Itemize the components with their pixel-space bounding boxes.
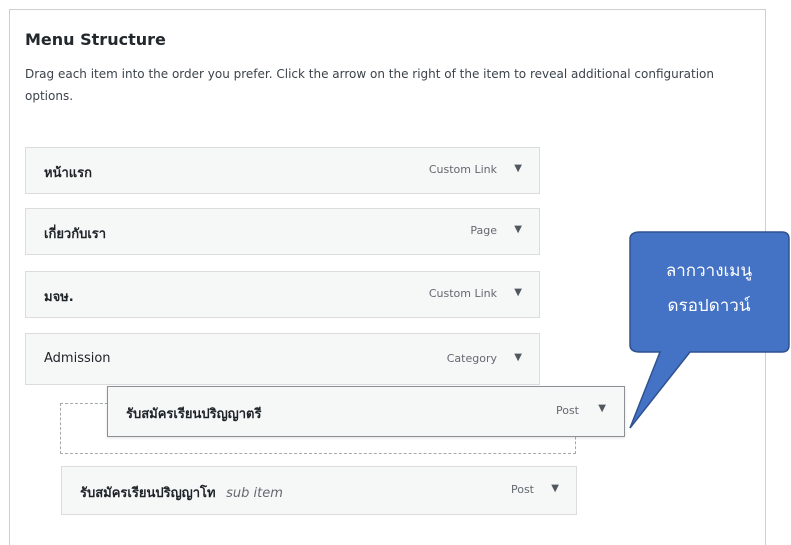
sub-item-title: รับสมัครเรียนปริญญาโท [80,486,216,501]
menu-item-sub[interactable]: รับสมัครเรียนปริญญาโท sub item Post ▼ [61,466,577,515]
menu-editor-page: Menu Structure Drag each item into the o… [0,0,791,545]
menu-item-label: Admission [44,351,111,366]
menu-item-admission[interactable]: Admission Category ▼ [25,333,540,385]
menu-item-type: Category [446,352,497,365]
menu-item-type: Custom Link [428,287,497,300]
sub-item-hint: sub item [226,486,283,501]
expand-arrow-icon[interactable]: ▼ [514,287,522,298]
menu-item-type: Post [510,483,534,496]
menu-item-label: มจษ. [44,290,74,305]
expand-arrow-icon[interactable]: ▼ [514,352,522,363]
menu-item-label: รับสมัครเรียนปริญญาโท sub item [80,482,283,503]
menu-item-type: Custom Link [428,163,497,176]
dragging-menu-item[interactable]: รับสมัครเรียนปริญญาตรี Post ▼ [107,386,625,437]
expand-arrow-icon[interactable]: ▼ [551,483,559,494]
callout-line-1: ลากวางเมนู [665,261,753,281]
menu-item-type: Page [470,224,497,237]
expand-arrow-icon[interactable]: ▼ [514,224,522,235]
panel-title: Menu Structure [25,30,166,49]
panel-description: Drag each item into the order you prefer… [25,67,714,103]
menu-item-about[interactable]: เกี่ยวกับเรา Page ▼ [25,208,540,255]
expand-arrow-icon[interactable]: ▼ [598,403,606,414]
menu-item-university[interactable]: มจษ. Custom Link ▼ [25,271,540,318]
menu-item-label: หน้าแรก [44,166,92,181]
callout-text: ลากวางเมนู ดรอปดาวน์ [630,254,788,324]
menu-item-type: Post [555,404,579,417]
callout-line-2: ดรอปดาวน์ [667,296,751,316]
menu-item-label: เกี่ยวกับเรา [44,227,107,242]
expand-arrow-icon[interactable]: ▼ [514,163,522,174]
menu-item-home[interactable]: หน้าแรก Custom Link ▼ [25,147,540,194]
menu-item-label: รับสมัครเรียนปริญญาตรี [126,407,262,422]
